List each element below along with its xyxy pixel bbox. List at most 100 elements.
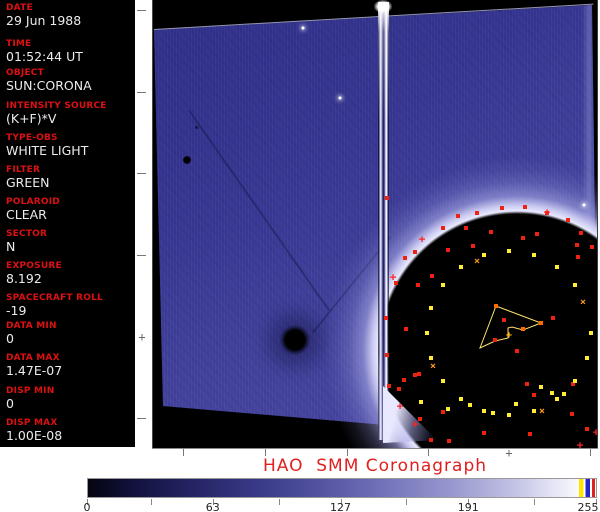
metadata-field-sector: SECTOR N (6, 229, 47, 254)
bottom-axis-tick (428, 449, 429, 456)
yellow-marker-dot (532, 253, 536, 257)
yellow-marker-dot (441, 283, 445, 287)
bottom-axis-tick (347, 449, 348, 456)
yellow-marker-dot (585, 356, 589, 360)
smm-coronagraph-viewer: DATE 29 Jun 1988 TIME 01:52:44 UT OBJECT SUN:… (0, 0, 600, 512)
yellow-marker-dot (425, 331, 429, 335)
red-plus-marker: + (576, 438, 584, 449)
yellow-marker-dot (429, 306, 433, 310)
red-marker-dot (471, 244, 475, 248)
red-marker-dot (456, 214, 460, 218)
yellow-marker-dot (468, 403, 472, 407)
red-marker-dot (475, 211, 479, 215)
yellow-marker-dot (539, 385, 543, 389)
orange-x-marker: × (473, 256, 481, 267)
red-marker-dot (387, 384, 391, 388)
field-value: 01:52:44 UT (6, 49, 83, 64)
field-label: OBJECT (6, 68, 44, 78)
yellow-marker-dot (573, 283, 577, 287)
metadata-field-polaroid: POLAROID CLEAR (6, 197, 60, 222)
yellow-marker-dot (441, 379, 445, 383)
yellow-marker-dot (459, 265, 463, 269)
red-marker-dot (576, 255, 580, 259)
red-marker-dot (464, 226, 468, 230)
red-marker-dot (403, 256, 407, 260)
yellow-marker-dot (562, 392, 566, 396)
left-axis-tick (137, 173, 146, 174)
yellow-marker-dot (589, 331, 593, 335)
red-marker-dot (446, 248, 450, 252)
red-marker-dot (523, 205, 527, 209)
orange-plus-marker: + (505, 330, 513, 341)
left-axis-tick (137, 10, 146, 11)
orange-x-marker: × (579, 297, 587, 308)
red-marker-dot (585, 427, 589, 431)
colorbar-tick (150, 499, 152, 505)
bottom-axis-tick (183, 449, 184, 456)
left-axis-tick (137, 92, 146, 93)
metadata-field-type-obs: TYPE-OBS WHITE LIGHT (6, 133, 88, 158)
red-marker-dot (404, 327, 408, 331)
colorbar-tick (534, 499, 536, 505)
red-marker-dot (430, 274, 434, 278)
metadata-field-date: DATE 29 Jun 1988 (6, 3, 81, 28)
colorbar-tick (406, 499, 408, 505)
field-label: DISP MAX (6, 418, 58, 428)
red-plus-marker: + (389, 270, 397, 284)
yellow-marker-dot (446, 407, 450, 411)
field-value: GREEN (6, 175, 50, 190)
yellow-marker-dot (491, 411, 495, 415)
bottom-axis-tick (265, 449, 266, 456)
metadata-field-intensity-source: INTENSITY SOURCE (K+F)*V (6, 101, 107, 126)
field-value: 1.47E-07 (6, 363, 63, 378)
yellow-marker-dot (482, 253, 486, 257)
red-marker-dot (551, 316, 555, 320)
red-plus-marker: + (411, 417, 419, 431)
field-value: 0 (6, 396, 14, 411)
star-speck (301, 26, 305, 30)
field-label: FILTER (6, 165, 41, 175)
field-value: 8.192 (6, 271, 42, 286)
red-marker-dot (441, 226, 445, 230)
metadata-field-filter: FILTER GREEN (6, 165, 50, 190)
field-label: DATE (6, 3, 33, 13)
bottom-axis-center-mark: + (505, 446, 513, 460)
red-marker-dot (384, 316, 388, 320)
yellow-marker-dot (507, 413, 511, 417)
field-label: EXPOSURE (6, 261, 62, 271)
field-label: SECTOR (6, 229, 48, 239)
field-value: SUN:CORONA (6, 78, 92, 93)
field-value: (K+F)*V (6, 111, 57, 126)
yellow-marker-dot (482, 409, 486, 413)
yellow-marker-dot (507, 249, 511, 253)
orange-marker-dot (521, 327, 525, 331)
field-value: CLEAR (6, 207, 47, 222)
field-value: 1.00E-08 (6, 428, 63, 443)
red-marker-dot (447, 439, 451, 443)
yellow-marker-dot (459, 397, 463, 401)
red-plus-marker: + (543, 205, 551, 219)
red-marker-dot (441, 410, 445, 414)
field-label: DATA MIN (6, 321, 57, 331)
red-marker-dot (570, 412, 574, 416)
orange-marker-dot (539, 321, 543, 325)
intensity-colorbar (87, 478, 597, 498)
feature-polygon (479, 305, 543, 349)
field-value: 29 Jun 1988 (6, 13, 82, 28)
colorbar-tick-label: 191 (457, 501, 479, 512)
left-axis-center-mark: + (138, 330, 146, 344)
field-value: WHITE LIGHT (6, 143, 89, 158)
frame-right-border (597, 0, 598, 449)
metadata-field-time: TIME 01:52:44 UT (6, 39, 83, 64)
metadata-field-data-min: DATA MIN 0 (6, 321, 57, 346)
red-marker-dot (489, 230, 493, 234)
red-marker-dot (385, 353, 389, 357)
red-marker-dot (502, 318, 506, 322)
red-marker-dot (535, 232, 539, 236)
metadata-field-spacecraft-roll: SPACECRAFT ROLL -19 (6, 293, 103, 318)
red-marker-dot (579, 231, 583, 235)
colorbar-tick-label: 255 (577, 501, 599, 512)
field-label: POLAROID (6, 197, 60, 207)
field-value: N (6, 239, 16, 254)
page-title: HAO SMM Coronagraph (262, 456, 488, 476)
